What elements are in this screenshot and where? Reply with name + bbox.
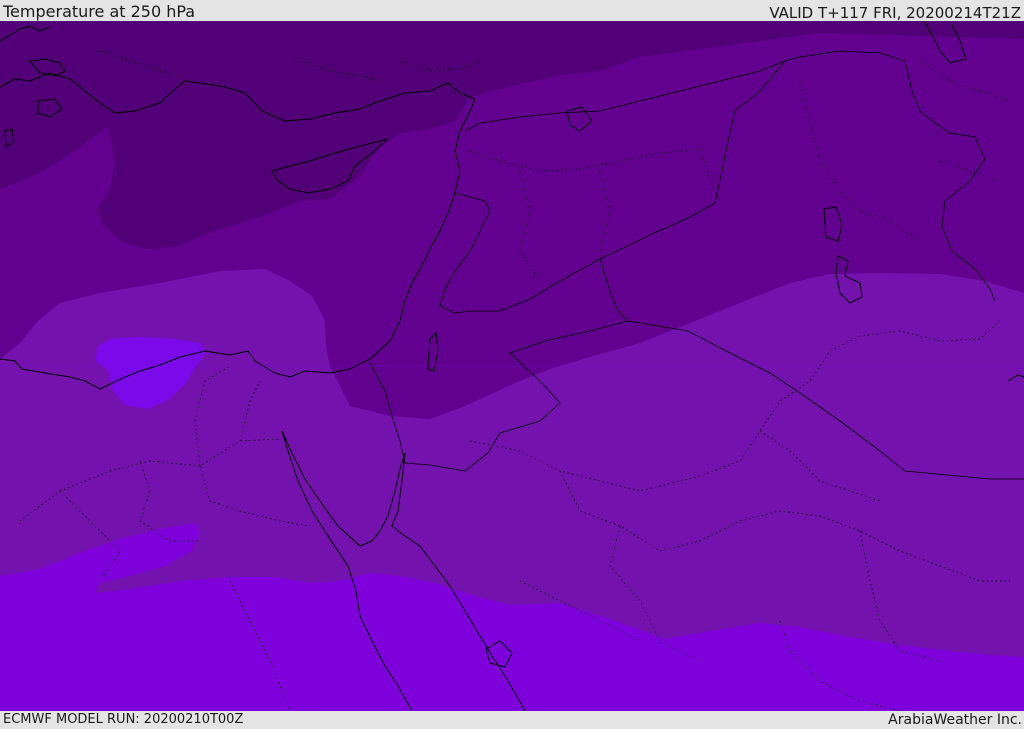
header-bar: Temperature at 250 hPa VALID T+117 FRI, … <box>0 0 1024 21</box>
valid-time: VALID T+117 FRI, 20200214T21Z <box>769 4 1021 22</box>
forecast-map-viewer: Temperature at 250 hPa VALID T+117 FRI, … <box>0 0 1024 729</box>
map-title: Temperature at 250 hPa <box>3 2 196 21</box>
model-run-label: ECMWF MODEL RUN: 20200210T00Z <box>3 712 244 727</box>
credit-label: ArabiaWeather Inc. <box>888 712 1022 728</box>
footer-bar: ECMWF MODEL RUN: 20200210T00Z ArabiaWeat… <box>0 711 1024 729</box>
temperature-map[interactable] <box>0 21 1024 711</box>
